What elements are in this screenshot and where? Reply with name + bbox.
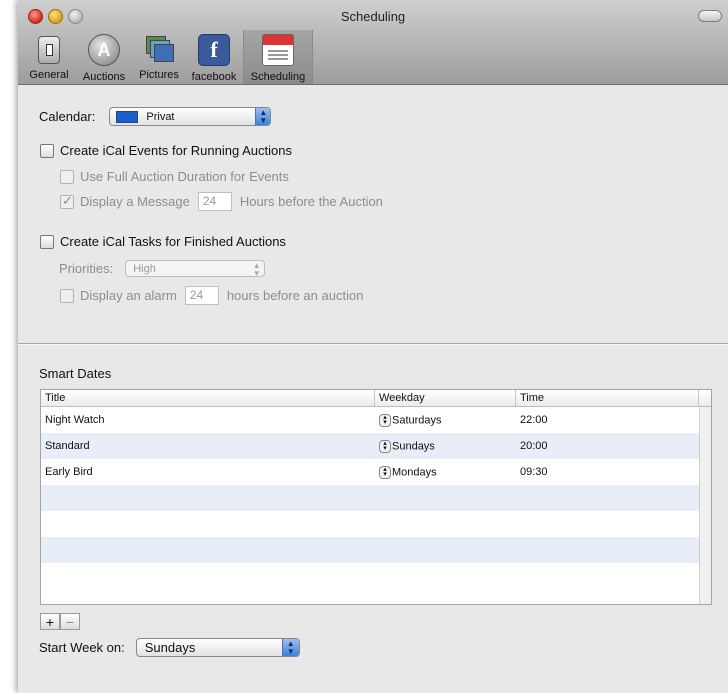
tab-pictures-label: Pictures [139,69,179,81]
select-arrows-icon: ▲ ▼ [255,108,271,125]
create-events-row: Create iCal Events for Running Auctions [40,143,292,158]
add-smart-date-button[interactable]: + [40,613,60,630]
cell-weekday[interactable]: ▴ ▾ Saturdays [375,413,516,427]
full-duration-checkbox[interactable] [60,169,74,184]
create-events-checkbox[interactable] [40,143,54,158]
section-divider-highlight [18,344,728,345]
alarm-label: Display an alarm [80,288,177,303]
calendar-select-value: Privat [146,110,175,123]
column-header-time[interactable]: Time [516,390,699,406]
empty-row [41,563,711,589]
select-arrows-icon: ▲ ▼ [281,639,299,656]
display-message-row: ✓ Display a Message 24 Hours before the … [60,192,383,211]
tab-auctions-label: Auctions [82,71,126,83]
cell-weekday-value: Saturdays [392,413,442,426]
table-scrollbar[interactable] [699,407,711,604]
tab-auctions[interactable]: A Auctions [76,30,132,84]
column-header-title[interactable]: Title [41,390,375,406]
alarm-hours-field[interactable]: 24 [184,286,219,305]
priorities-row: Priorities: High ▲ ▼ [59,260,266,278]
pictures-icon [144,34,174,64]
cell-weekday[interactable]: ▴ ▾ Mondays [375,465,516,479]
tab-pictures[interactable]: Pictures [134,30,184,84]
table-row[interactable]: Night Watch ▴ ▾ Saturdays 22:00 [41,407,711,433]
tab-facebook-label: facebook [191,71,237,83]
cell-title: Standard [45,440,90,452]
preferences-window: Scheduling General A Auctions Pictures f… [18,0,728,693]
full-duration-row: Use Full Auction Duration for Events [60,169,289,184]
select-arrows-icon: ▲ ▼ [252,261,261,278]
calendar-icon [262,34,294,66]
toolbar-toggle-button[interactable] [698,10,722,22]
cell-time: 22:00 [520,414,548,426]
create-tasks-label: Create iCal Tasks for Finished Auctions [60,234,286,249]
checkmark-icon: ✓ [62,192,73,208]
cell-time: 09:30 [520,466,548,478]
switch-icon [38,36,60,64]
cell-title: Early Bird [45,466,93,478]
empty-row [41,537,711,563]
empty-row [41,485,711,511]
column-header-weekday[interactable]: Weekday [375,390,516,406]
remove-smart-date-button[interactable]: − [60,613,80,630]
smart-dates-heading: Smart Dates [39,366,112,381]
facebook-icon: f [198,34,230,66]
cell-title: Night Watch [45,414,105,426]
tab-general-label: General [29,69,69,81]
create-tasks-checkbox[interactable] [40,234,54,249]
create-events-label: Create iCal Events for Running Auctions [60,143,292,158]
cell-weekday-value: Sundays [392,439,435,452]
calendar-select[interactable]: Privat ▲ ▼ [109,107,272,126]
stepper-icon[interactable]: ▴ ▾ [379,465,391,479]
tab-facebook[interactable]: f facebook [186,30,242,84]
message-hours-field[interactable]: 24 [197,192,232,211]
alarm-hours-suffix: hours before an auction [226,288,364,303]
start-week-label: Start Week on: [39,640,125,655]
cell-time: 20:00 [520,440,548,452]
tab-general[interactable]: General [24,30,74,84]
table-row[interactable]: Standard ▴ ▾ Sundays 20:00 [41,433,711,459]
priorities-select[interactable]: High ▲ ▼ [125,260,266,278]
smart-dates-heading-row: Smart Dates [39,366,111,381]
table-header: Title Weekday Time [41,390,711,407]
calendar-row: Calendar: Privat ▲ ▼ [39,107,272,126]
smart-dates-table[interactable]: Title Weekday Time Night Watch ▴ ▾ Saturda… [40,389,712,605]
display-message-checkbox[interactable]: ✓ [60,192,74,209]
start-week-select-value: Sundays [144,640,196,655]
message-hours-suffix: Hours before the Auction [239,194,383,209]
start-week-row: Start Week on: Sundays ▲ ▼ [39,638,300,657]
empty-row [41,511,711,537]
full-duration-label: Use Full Auction Duration for Events [80,169,289,184]
alarm-row: Display an alarm 24 hours before an auct… [60,286,363,305]
priorities-select-value: High [133,262,156,275]
tab-scheduling[interactable]: Scheduling [243,30,313,84]
alarm-checkbox[interactable] [60,288,74,303]
auction-a-icon: A [88,34,120,66]
stepper-icon[interactable]: ▴ ▾ [379,413,391,427]
tab-scheduling-label: Scheduling [250,71,306,83]
display-message-label: Display a Message [80,194,190,209]
calendar-color-swatch [116,110,139,123]
calendar-label: Calendar: [39,109,96,124]
table-body: Night Watch ▴ ▾ Saturdays 22:00 Standard ▴… [41,407,711,589]
priorities-label: Priorities: [59,261,114,276]
cell-weekday-value: Mondays [392,465,437,478]
toolbar: Scheduling General A Auctions Pictures f… [18,0,728,85]
start-week-select[interactable]: Sundays ▲ ▼ [135,638,300,657]
window-title: Scheduling [340,9,406,24]
scheduling-pane: Calendar: Privat ▲ ▼ Create iCal Events f… [18,85,728,693]
table-row[interactable]: Early Bird ▴ ▾ Mondays 09:30 [41,459,711,485]
stepper-icon[interactable]: ▴ ▾ [379,439,391,453]
cell-weekday[interactable]: ▴ ▾ Sundays [375,439,516,453]
create-tasks-row: Create iCal Tasks for Finished Auctions [40,234,286,249]
